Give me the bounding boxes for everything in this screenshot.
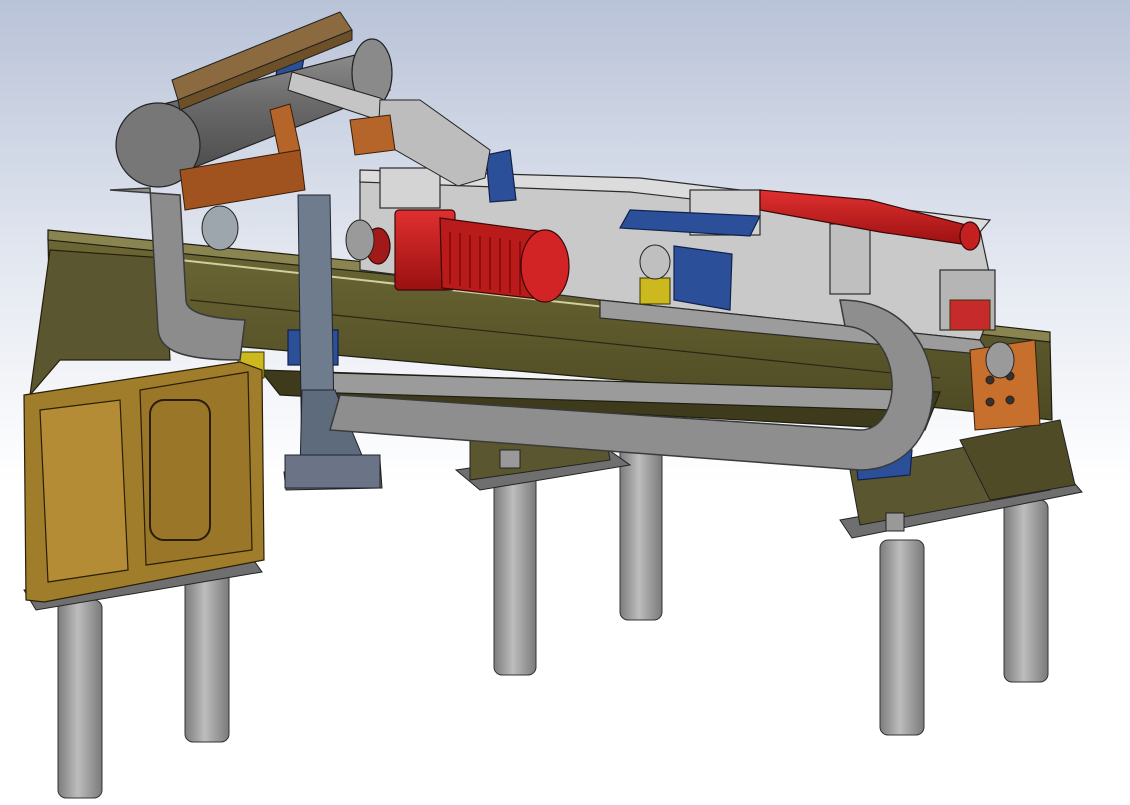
machine-assembly-model — [23, 11, 1083, 799]
cad-viewport[interactable] — [0, 0, 1130, 805]
